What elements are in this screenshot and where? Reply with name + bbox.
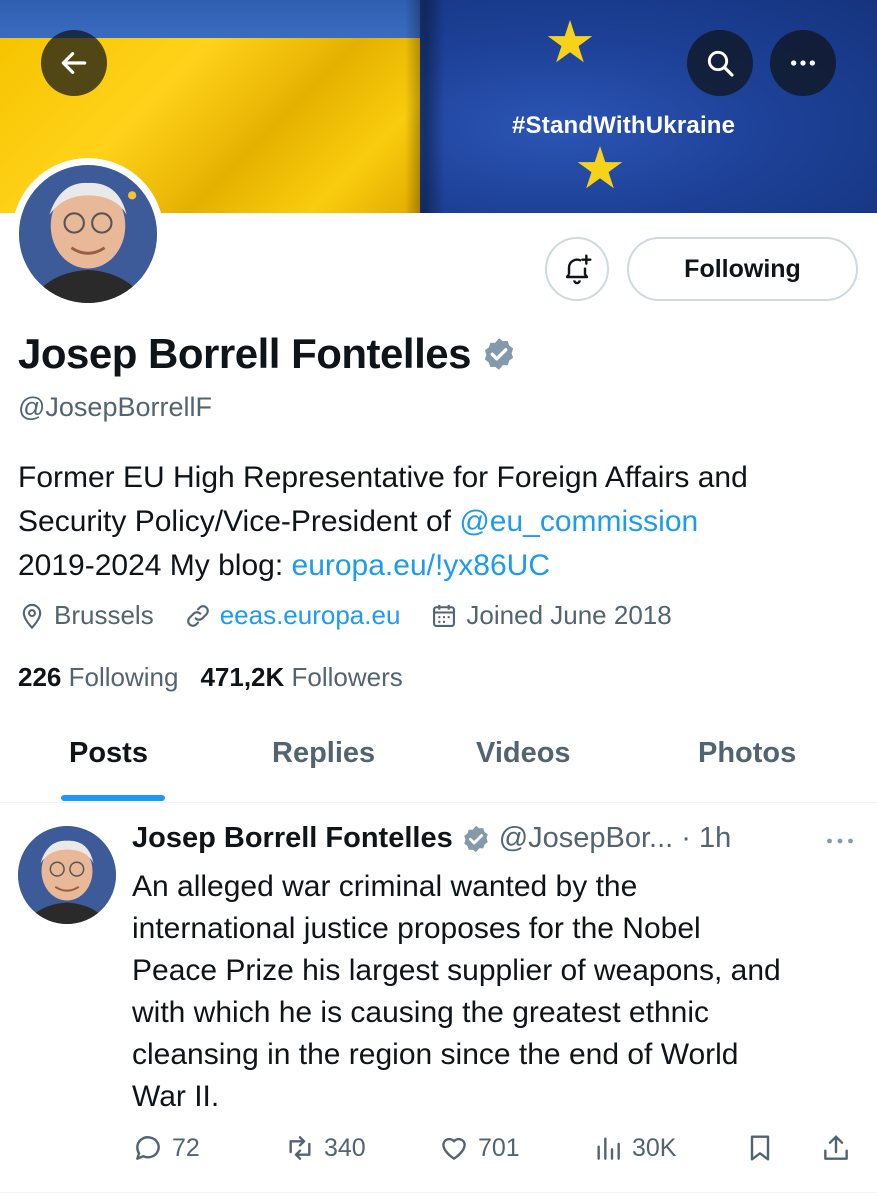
profile-website[interactable]: eeas.europa.eu [184, 600, 401, 631]
post-divider [0, 1192, 877, 1193]
post-text-line: An alleged war criminal wanted by the [132, 870, 638, 903]
post-actions: 72 340 701 30K [132, 1132, 862, 1172]
verified-badge-icon [463, 825, 488, 852]
post-handle-time[interactable]: @JosepBor... · 1h [499, 822, 732, 855]
repost-icon [289, 1136, 311, 1160]
profile-meta: Brussels eeas.europa.eu Joined June 2018 [18, 600, 702, 631]
profile-avatar[interactable] [12, 158, 164, 310]
repost-button[interactable]: 340 [284, 1132, 366, 1164]
heart-icon [442, 1137, 466, 1160]
blog-link[interactable]: europa.eu/!yx86UC [292, 549, 551, 582]
reply-count: 72 [172, 1133, 200, 1162]
post-header: Josep Borrell Fontelles @JosepBor... · 1… [132, 822, 731, 855]
search-button[interactable] [687, 30, 753, 96]
active-tab-indicator [61, 795, 165, 801]
avatar-photo [19, 165, 157, 303]
website-link[interactable]: eeas.europa.eu [220, 600, 401, 631]
bookmark-button[interactable] [744, 1132, 784, 1164]
following-count-link[interactable]: 226 Following [18, 662, 178, 693]
followers-count-link[interactable]: 471,2K Followers [200, 662, 402, 693]
bio-text: Security Policy/Vice-President of [18, 505, 460, 538]
verified-badge-icon[interactable] [481, 336, 517, 372]
following-count: 226 [18, 662, 62, 692]
arrow-left-icon [61, 52, 87, 74]
search-icon [707, 50, 734, 77]
views-chart-icon [597, 1137, 620, 1160]
notify-button[interactable] [545, 237, 609, 301]
post-text-line: cleansing in the region since the end of… [132, 1038, 739, 1071]
person-portrait-icon [19, 165, 157, 303]
profile-joined: Joined June 2018 [430, 600, 672, 631]
profile-bio: Former EU High Representative for Foreig… [18, 456, 858, 588]
views-button[interactable]: 30K [592, 1132, 676, 1164]
followers-label: Followers [291, 662, 403, 692]
like-count: 701 [478, 1133, 520, 1162]
like-button[interactable]: 701 [438, 1132, 520, 1164]
tab-photos[interactable]: Photos [698, 737, 796, 770]
bio-text: 2019-2024 My blog: [18, 549, 292, 582]
more-button[interactable] [770, 30, 836, 96]
person-portrait-icon [18, 826, 116, 924]
repost-count: 340 [324, 1133, 366, 1162]
post-text-line: with which he is causing the greatest et… [132, 996, 709, 1029]
location-text: Brussels [54, 600, 154, 630]
post-author-name[interactable]: Josep Borrell Fontelles [132, 822, 453, 855]
more-horizontal-icon [791, 60, 815, 66]
banner-fold-shadow [405, 0, 445, 213]
more-horizontal-icon[interactable] [822, 826, 858, 856]
views-count: 30K [632, 1133, 677, 1162]
reply-bubble-icon [136, 1136, 160, 1160]
calendar-icon [433, 604, 456, 627]
profile-display-name: Josep Borrell Fontelles [18, 330, 471, 377]
post-text-line: international justice proposes for the N… [132, 912, 701, 945]
reply-button[interactable]: 72 [132, 1132, 200, 1164]
profile-tabs: Posts Replies Videos Photos [0, 715, 877, 803]
location-pin-icon [22, 603, 42, 629]
bookmark-icon [750, 1135, 770, 1161]
share-button[interactable] [820, 1132, 860, 1164]
profile-location: Brussels [18, 600, 154, 631]
star-icon: ★ [574, 136, 626, 201]
post-text-line: Peace Prize his largest supplier of weap… [132, 954, 781, 987]
bio-line: Security Policy/Vice-President of @eu_co… [18, 500, 858, 544]
tab-posts[interactable]: Posts [69, 737, 148, 770]
eu-commission-mention-link[interactable]: @eu_commission [459, 505, 698, 538]
profile-handle: @JosepBorrellF [18, 392, 212, 422]
link-icon [186, 604, 209, 627]
share-upload-icon [824, 1135, 848, 1160]
back-button[interactable] [41, 30, 107, 96]
joined-text: Joined June 2018 [466, 600, 672, 630]
bio-line: Former EU High Representative for Foreig… [18, 461, 748, 494]
star-icon: ★ [544, 10, 596, 75]
bell-plus-icon [565, 254, 592, 285]
following-button[interactable]: Following [627, 237, 858, 301]
post-text-line: War II. [132, 1080, 220, 1113]
post-text[interactable]: An alleged war criminal wanted by the in… [132, 866, 852, 1118]
followers-count: 471,2K [200, 662, 285, 692]
tab-replies[interactable]: Replies [272, 737, 375, 770]
bio-line: 2019-2024 My blog: europa.eu/!yx86UC [18, 544, 858, 588]
post-avatar[interactable] [18, 826, 116, 924]
banner-hashtag: #StandWithUkraine [512, 112, 736, 139]
profile-name-row: Josep Borrell Fontelles [18, 330, 517, 378]
profile-stats: 226 Following 471,2K Followers [18, 662, 425, 693]
tab-videos[interactable]: Videos [476, 737, 571, 770]
following-label: Following [68, 662, 179, 692]
